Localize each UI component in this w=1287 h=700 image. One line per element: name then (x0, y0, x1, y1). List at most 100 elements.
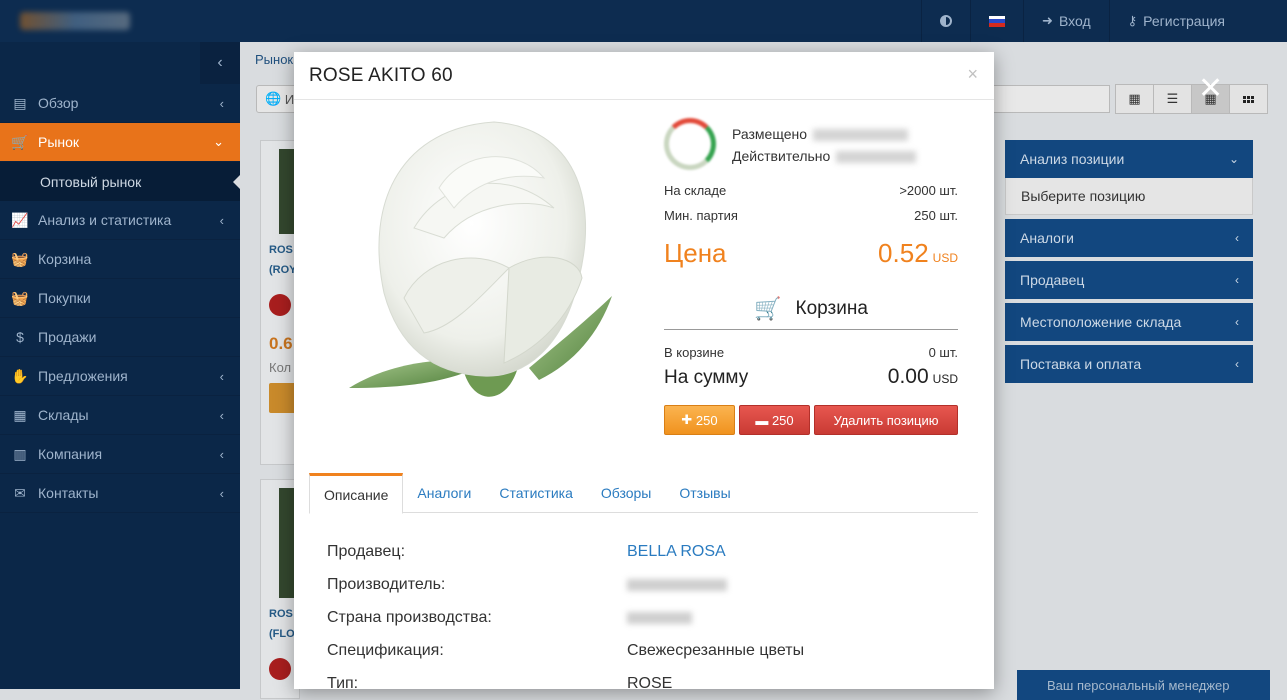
product-tabs: Описание Аналоги Статистика Обзоры Отзыв… (309, 473, 978, 514)
basket-icon: 🧺 (11, 250, 29, 267)
chevron-left-icon: ‹ (1235, 315, 1239, 329)
chevron-left-icon: ‹ (1235, 357, 1239, 371)
tab-statistics[interactable]: Статистика (485, 473, 587, 513)
sidebar-item-warehouses[interactable]: ▦ Склады ‹ (0, 396, 240, 435)
panel-position-analysis[interactable]: Анализ позиции ⌄ (1005, 140, 1253, 178)
add-to-cart-button[interactable]: 🛒 Корзина (664, 288, 958, 330)
sidebar-item-basket[interactable]: 🧺 Корзина (0, 240, 240, 279)
chevron-left-icon: ‹ (219, 407, 224, 423)
sidebar-collapse-button[interactable]: ‹ (200, 42, 240, 84)
chevron-left-icon: ‹ (219, 95, 224, 111)
sum-row: На сумму 0.00 USD (664, 365, 958, 388)
seller-logo-icon[interactable] (664, 118, 716, 170)
view-mode-group: ▦ ☰ ▦ (1115, 84, 1268, 114)
remove-250-button[interactable]: ▬ 250 (739, 405, 810, 435)
sign-in-icon: ➜ (1042, 13, 1053, 28)
add-250-button[interactable]: ✚ 250 (664, 405, 735, 435)
redacted-value (627, 611, 692, 624)
grid-icon (1243, 95, 1254, 103)
key-icon: ⚷ (1127, 13, 1138, 28)
language-selector[interactable] (970, 0, 1023, 42)
table-icon: ▦ (1128, 91, 1141, 106)
sidebar-item-overview[interactable]: ▤ Обзор ‹ (0, 84, 240, 123)
sidebar-item-sales[interactable]: $ Продажи (0, 318, 240, 357)
warehouse-icon: ▦ (13, 406, 27, 423)
stock-row: На складе >2000 шт. (664, 183, 958, 198)
chevron-down-icon: ⌄ (1228, 152, 1239, 166)
panel-warehouse-location[interactable]: Местоположение склада ‹ (1005, 303, 1253, 341)
right-panels: Анализ позиции ⌄ Выберите позицию Аналоги… (1005, 140, 1253, 387)
panel-delivery-payment[interactable]: Поставка и оплата ‹ (1005, 345, 1253, 383)
panel-analogs[interactable]: Аналоги ‹ (1005, 219, 1253, 257)
product-image-white-rose (349, 121, 612, 397)
building-icon: ▥ (13, 445, 27, 462)
breadcrumb[interactable]: Рынок (255, 52, 293, 67)
status-dot (269, 294, 291, 316)
detail-row-producer: Производитель: (327, 568, 957, 601)
list-icon: ☰ (1166, 91, 1179, 106)
panel-position-analysis-body: Выберите позицию (1005, 178, 1253, 215)
chevron-left-icon: ‹ (219, 368, 224, 384)
product-info: Размещено Действительно На складе >2000 ш… (664, 118, 958, 435)
offers-icon: ✋ (11, 367, 29, 384)
modal-title: ROSE AKITO 60 (309, 64, 453, 86)
product-modal: ROSE AKITO 60 × Размещено Действительно … (294, 52, 994, 692)
top-navbar: ➜ Вход ⚷ Регистрация (0, 0, 1287, 42)
seller-info: Размещено Действительно (664, 118, 958, 178)
sidebar-item-offers[interactable]: ✋ Предложения ‹ (0, 357, 240, 396)
sidebar-item-market[interactable]: 🛒 Рынок ⌄ (0, 123, 240, 162)
in-cart-row: В корзине 0 шт. (664, 345, 958, 360)
purchases-icon: 🧺 (11, 289, 29, 306)
seller-link[interactable]: BELLA ROSA (627, 543, 726, 561)
tab-feedback[interactable]: Отзывы (665, 473, 744, 513)
redacted-value (627, 578, 727, 591)
russian-flag-icon (989, 15, 1006, 27)
sidebar-item-company[interactable]: ▥ Компания ‹ (0, 435, 240, 474)
sidebar: ‹ ▤ Обзор ‹ 🛒 Рынок ⌄ Оптовый рынок 📈 Анализ … (0, 42, 240, 689)
close-icon[interactable]: × (967, 64, 978, 85)
delete-position-button[interactable]: Удалить позицию (814, 405, 958, 435)
tab-analogs[interactable]: Аналоги (403, 473, 485, 513)
sidebar-subitem-wholesale[interactable]: Оптовый рынок (0, 162, 240, 201)
chevron-down-icon: ⌄ (213, 134, 224, 149)
tab-description[interactable]: Описание (309, 473, 404, 514)
chevron-left-icon: ‹ (219, 485, 224, 501)
tab-reviews[interactable]: Обзоры (587, 473, 666, 513)
product-details: Продавец: BELLA ROSA Производитель: Стран… (327, 535, 957, 700)
chevron-left-icon: ‹ (1235, 231, 1239, 245)
chart-icon: 📈 (11, 211, 29, 228)
detail-row-type: Тип: ROSE (327, 674, 673, 692)
login-link[interactable]: ➜ Вход (1023, 0, 1109, 42)
modal-header: ROSE AKITO 60 × (294, 52, 994, 100)
status-dot (269, 658, 291, 680)
overlay-close-icon[interactable]: ✕ (1198, 74, 1223, 104)
shopping-cart-icon: 🛒 (754, 295, 782, 321)
cart-icon: 🛒 (11, 133, 29, 150)
contrast-toggle[interactable] (921, 0, 970, 42)
personal-manager-tab[interactable]: Ваш персональный менеджер (1017, 670, 1270, 700)
sidebar-item-contacts[interactable]: ✉ Контакты ‹ (0, 474, 240, 513)
envelope-icon: ✉ (14, 484, 26, 501)
contrast-icon (940, 15, 953, 27)
detail-row-seller: Продавец: BELLA ROSA (327, 542, 726, 561)
dashboard-icon: ▤ (13, 94, 27, 111)
cart-actions: ✚ 250 ▬ 250 Удалить позицию (664, 405, 958, 435)
chevron-left-icon: ‹ (219, 212, 224, 228)
plus-icon: ✚ (681, 412, 693, 427)
detail-row-country: Страна производства: (327, 601, 957, 634)
minus-icon: ▬ (755, 412, 769, 428)
panel-seller[interactable]: Продавец ‹ (1005, 261, 1253, 299)
view-grid-button[interactable] (1229, 84, 1268, 114)
register-link[interactable]: ⚷ Регистрация (1108, 0, 1287, 42)
detail-row-specification: Спецификация: Свежесрезанные цветы (327, 641, 805, 659)
sidebar-item-purchases[interactable]: 🧺 Покупки (0, 279, 240, 318)
globe-icon: 🌐 (265, 91, 282, 106)
view-table-button[interactable]: ▦ (1115, 84, 1154, 114)
sales-icon: $ (16, 329, 24, 345)
chevron-left-icon: ‹ (219, 446, 224, 462)
brand-logo[interactable] (0, 0, 240, 42)
chevron-left-icon: ‹ (1235, 273, 1239, 287)
view-list-button[interactable]: ☰ (1153, 84, 1192, 114)
sidebar-item-analytics[interactable]: 📈 Анализ и статистика ‹ (0, 201, 240, 240)
price-row: Цена 0.52 USD (664, 238, 958, 268)
